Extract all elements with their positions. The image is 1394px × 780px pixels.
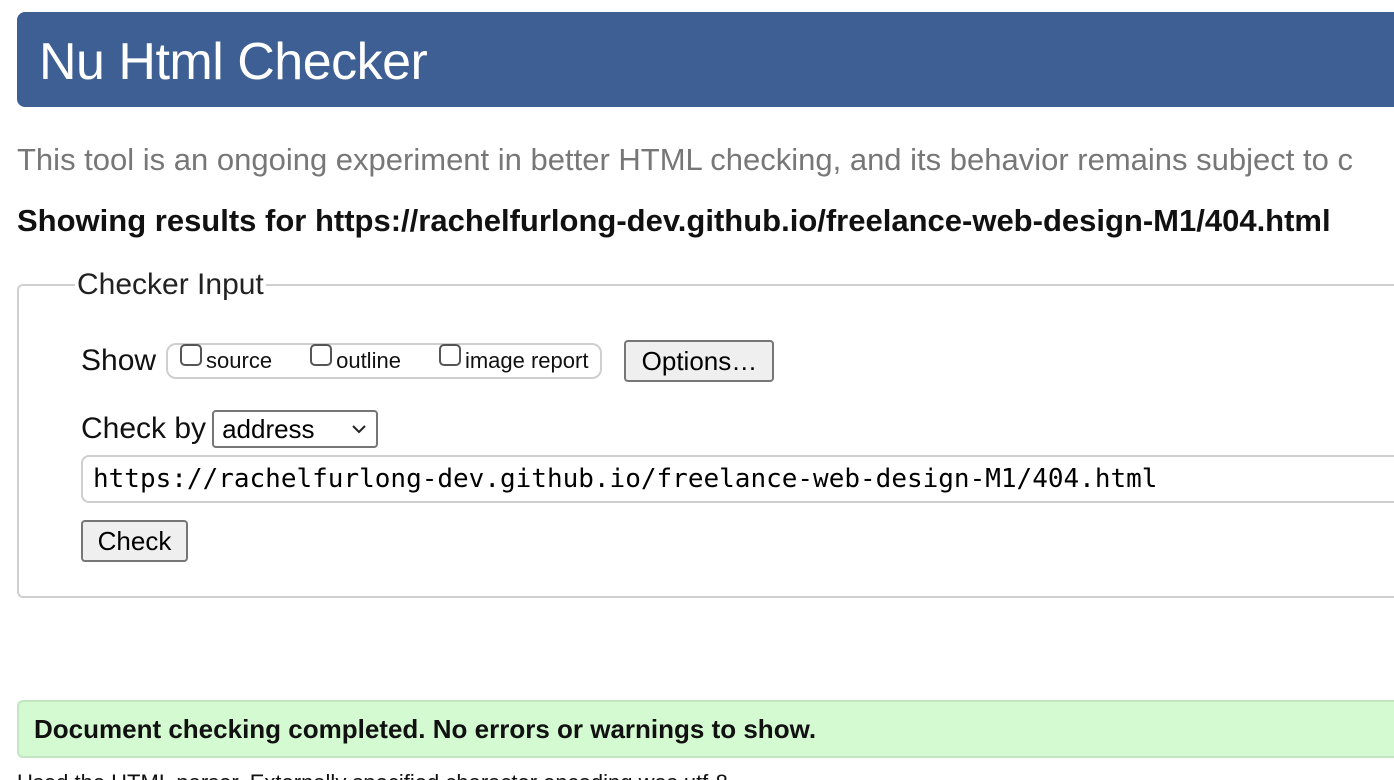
source-label: source [206, 348, 273, 373]
intro-text: This tool is an ongoing experiment in be… [17, 142, 1353, 177]
checker-input-legend: Checker Input [77, 268, 264, 301]
header-banner: Nu Html Checker [17, 12, 1394, 107]
check-button[interactable]: Check [81, 520, 188, 562]
results-heading: Showing results for https://rachelfurlon… [17, 203, 1331, 239]
page-title: Nu Html Checker [39, 33, 428, 91]
image-report-checkbox[interactable] [438, 344, 461, 366]
check-by-value: address [222, 413, 315, 444]
check-by-select[interactable]: address [212, 410, 379, 448]
chevron-down-icon [352, 425, 366, 434]
url-input[interactable]: https://rachelfurlong-dev.github.io/free… [81, 455, 1394, 503]
show-outline-option[interactable]: outline [310, 344, 401, 374]
options-button[interactable]: Options… [624, 340, 775, 382]
show-image-report-option[interactable]: image report [438, 344, 589, 374]
show-options-group: source outline image report [166, 343, 603, 379]
parser-info-text: Used the HTML parser. Externally specifi… [17, 770, 734, 780]
image-report-label: image report [464, 348, 589, 373]
outline-checkbox[interactable] [310, 344, 333, 366]
show-source-option[interactable]: source [180, 344, 273, 374]
results-prefix: Showing results for [17, 203, 315, 238]
success-message: Document checking completed. No errors o… [17, 700, 1394, 758]
check-by-row: Check by address [81, 410, 379, 448]
results-url: https://rachelfurlong-dev.github.io/free… [314, 203, 1331, 238]
page: Nu Html Checker This tool is an ongoing … [0, 0, 1394, 780]
show-row: Show source outline image report Options… [81, 340, 775, 382]
source-checkbox[interactable] [180, 344, 203, 366]
check-by-label: Check by [81, 412, 207, 445]
outline-label: outline [336, 348, 401, 373]
show-label: Show [81, 344, 157, 377]
